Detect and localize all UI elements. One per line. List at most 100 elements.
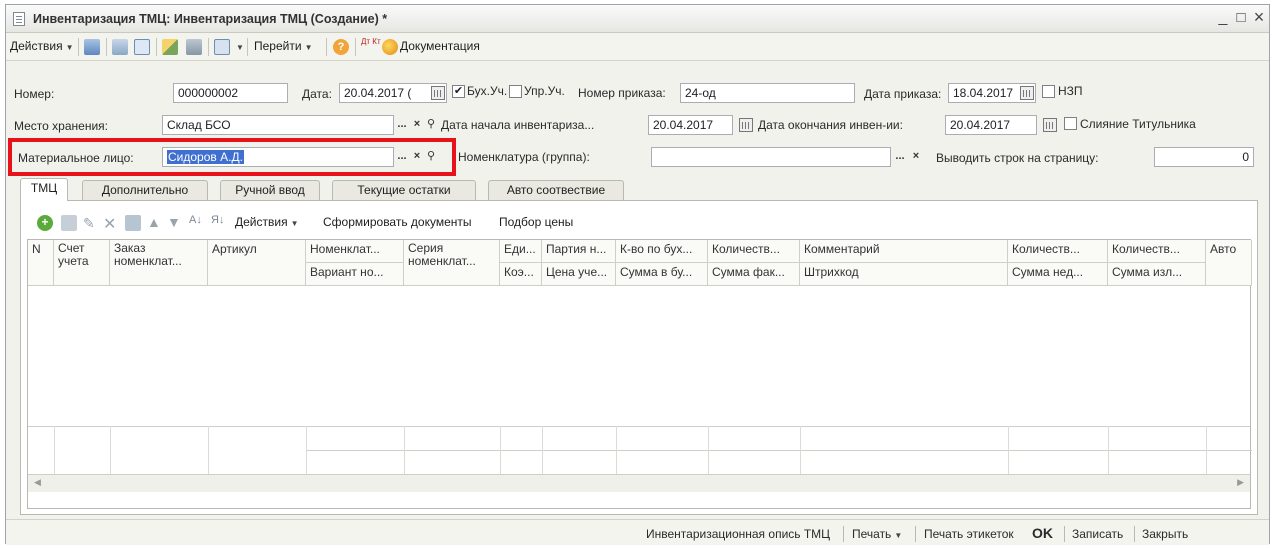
calendar-icon[interactable] <box>1043 118 1057 132</box>
calendar-icon[interactable] <box>1020 86 1034 100</box>
clear-icon[interactable]: × <box>908 147 924 167</box>
help-icon[interactable]: ? <box>333 39 349 55</box>
end-date-field[interactable]: 20.04.2017 <box>945 115 1037 135</box>
col-header-nomenclature[interactable]: Номенклат... <box>306 240 404 263</box>
date-label: Дата: <box>302 87 332 101</box>
copy-row-icon[interactable] <box>61 215 77 231</box>
scroll-left-icon[interactable]: ◀ <box>34 477 41 488</box>
col-header-barcode[interactable]: Штрихкод <box>800 263 1008 286</box>
toolbar-separator <box>326 38 327 56</box>
tab-current-balances[interactable]: Текущие остатки <box>332 180 476 201</box>
merge-title-checkbox[interactable] <box>1064 117 1077 130</box>
tab-auto-match[interactable]: Авто соотвествие <box>488 180 624 201</box>
merge-title-label: Слияние Титульника <box>1080 117 1196 131</box>
goto-menu-label: Перейти <box>254 39 302 53</box>
create-documents-button[interactable]: Сформировать документы <box>323 215 472 229</box>
price-select-button[interactable]: Подбор цены <box>499 215 573 229</box>
sort-descending-icon[interactable]: Я↓ <box>211 214 227 230</box>
storage-field[interactable]: Склад БСО <box>162 115 394 135</box>
col-header-qty[interactable]: Количеств... <box>708 240 800 263</box>
col-header-auto[interactable]: Авто <box>1206 240 1252 286</box>
tab-tmc[interactable]: ТМЦ <box>20 178 68 201</box>
grid-vline <box>1206 426 1207 474</box>
end-edit-icon[interactable] <box>125 215 141 231</box>
close-button[interactable]: × <box>1250 7 1268 28</box>
order-number-field[interactable]: 24-од <box>680 83 855 103</box>
col-header-sum-accounting[interactable]: Сумма в бу... <box>616 263 708 286</box>
maximize-button[interactable]: □ <box>1232 9 1250 26</box>
based-on-icon[interactable] <box>214 39 230 55</box>
grid-vline <box>1108 426 1109 474</box>
col-header-unit[interactable]: Еди... <box>500 240 542 263</box>
edit-row-icon[interactable]: ✎ <box>83 215 99 231</box>
chevron-down-icon: ▼ <box>290 219 299 228</box>
col-header-sum-surplus[interactable]: Сумма изл... <box>1108 263 1206 286</box>
rows-per-page-label: Выводить строк на страницу: <box>936 151 1099 165</box>
col-header-variant[interactable]: Вариант но... <box>306 263 404 286</box>
save-button[interactable]: Записать <box>1072 527 1123 541</box>
upr-checkbox[interactable] <box>509 85 522 98</box>
person-field[interactable]: Сидоров А.Д. <box>162 147 394 167</box>
col-header-account[interactable]: Счет учета <box>54 240 110 286</box>
col-header-qty-accounting[interactable]: К-во по бух... <box>616 240 708 263</box>
chevron-down-icon[interactable]: ▼ <box>236 43 244 52</box>
dt-kt-icon[interactable]: Дт Кт <box>361 37 381 46</box>
person-select-button[interactable]: ... <box>394 147 410 167</box>
col-header-sum-actual[interactable]: Сумма фак... <box>708 263 800 286</box>
delete-row-icon[interactable]: ✕ <box>103 214 119 233</box>
number-field[interactable]: 000000002 <box>173 83 288 103</box>
tab-additional[interactable]: Дополнительно <box>82 180 208 201</box>
search-icon[interactable]: ⚲ <box>423 115 439 135</box>
calendar-icon[interactable] <box>431 86 445 100</box>
goto-menu[interactable]: Перейти ▼ <box>254 39 312 53</box>
col-header-qty-surplus[interactable]: Количеств... <box>1108 240 1206 263</box>
title-bar[interactable]: Инвентаризация ТМЦ: Инвентаризация ТМЦ (… <box>6 5 1269 33</box>
scroll-right-icon[interactable]: ▶ <box>1237 477 1244 488</box>
print-labels-button[interactable]: Печать этикеток <box>924 527 1014 541</box>
save-post-icon[interactable] <box>84 39 100 55</box>
print-preview-icon[interactable] <box>186 39 202 55</box>
minimize-button[interactable]: _ <box>1214 9 1232 27</box>
col-header-article[interactable]: Артикул <box>208 240 306 286</box>
storage-select-button[interactable]: ... <box>394 115 410 135</box>
documentation-button[interactable]: Документация <box>400 39 480 53</box>
grid-actions-label: Действия <box>235 215 288 229</box>
buh-checkbox[interactable]: ✔ <box>452 85 465 98</box>
person-label: Материальное лицо: <box>18 151 134 165</box>
col-header-sum-shortage[interactable]: Сумма нед... <box>1008 263 1108 286</box>
move-up-icon[interactable]: ▲ <box>147 214 163 230</box>
col-header-batch[interactable]: Партия н... <box>542 240 616 263</box>
print-menu[interactable]: Печать ▼ <box>852 527 902 541</box>
actions-menu[interactable]: Действия ▼ <box>10 39 74 53</box>
post-icon[interactable] <box>112 39 128 55</box>
col-header-series[interactable]: Серия номенклат... <box>404 240 500 286</box>
rows-per-page-field[interactable]: 0 <box>1154 147 1254 167</box>
col-header-n[interactable]: N <box>28 240 54 286</box>
grid-actions-menu[interactable]: Действия ▼ <box>235 215 299 229</box>
nomenclature-group-field[interactable] <box>651 147 891 167</box>
nomenclature-select-button[interactable]: ... <box>892 147 908 167</box>
totals-separator <box>28 426 1250 427</box>
horizontal-scrollbar[interactable]: ◀ ▶ <box>28 474 1250 492</box>
add-row-icon[interactable]: + <box>37 215 53 231</box>
col-header-qty-shortage[interactable]: Количеств... <box>1008 240 1108 263</box>
nzp-checkbox[interactable] <box>1042 85 1055 98</box>
fill-icon[interactable] <box>162 39 178 55</box>
search-icon[interactable]: ⚲ <box>423 147 439 167</box>
col-header-price[interactable]: Цена уче... <box>542 263 616 286</box>
calendar-icon[interactable] <box>739 118 753 132</box>
close-form-button[interactable]: Закрыть <box>1142 527 1188 541</box>
col-header-coef[interactable]: Коэ... <box>500 263 542 286</box>
start-date-field[interactable]: 20.04.2017 <box>648 115 733 135</box>
inventory-list-button[interactable]: Инвентаризационная опись ТМЦ <box>646 527 830 541</box>
document-icon <box>13 12 25 26</box>
sort-ascending-icon[interactable]: A↓ <box>189 214 205 230</box>
tab-manual-input[interactable]: Ручной ввод <box>220 180 320 201</box>
col-header-order[interactable]: Заказ номенклат... <box>110 240 208 286</box>
copy-document-icon[interactable] <box>134 39 150 55</box>
move-down-icon[interactable]: ▼ <box>167 214 183 230</box>
ok-button[interactable]: OK <box>1032 525 1053 541</box>
col-header-comment[interactable]: Комментарий <box>800 240 1008 263</box>
tmc-grid[interactable]: N Счет учета Заказ номенклат... Артикул … <box>27 239 1252 509</box>
toolbar-separator <box>106 38 107 56</box>
